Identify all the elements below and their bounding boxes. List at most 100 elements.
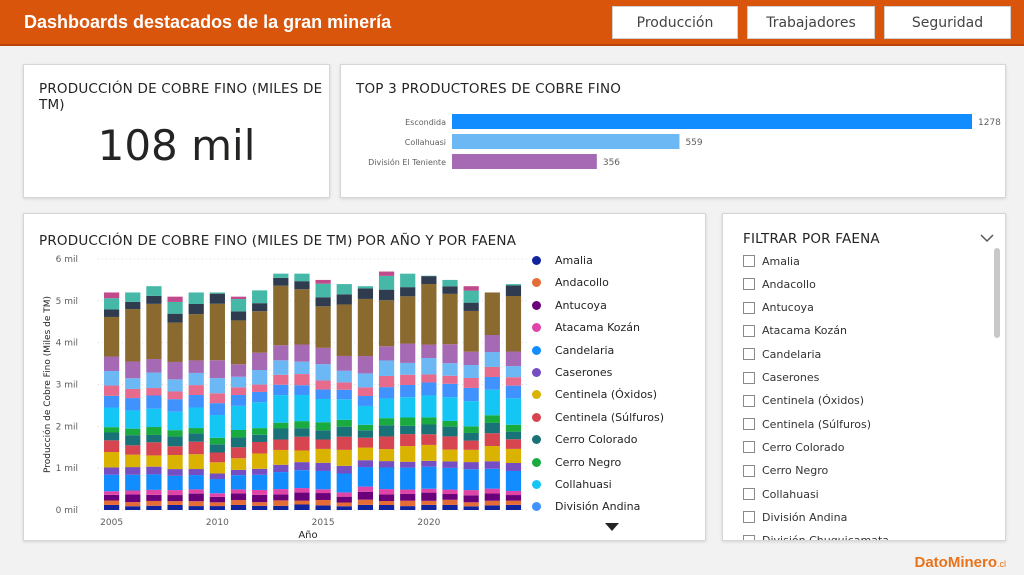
stack-segment[interactable] <box>188 394 204 408</box>
checkbox[interactable] <box>743 394 755 407</box>
stack-segment[interactable] <box>273 360 289 375</box>
stack-segment[interactable] <box>294 361 310 375</box>
stack-segment[interactable] <box>357 395 374 406</box>
stack-segment[interactable] <box>209 437 225 445</box>
stack-segment[interactable] <box>167 504 183 510</box>
stack-segment[interactable] <box>400 467 416 490</box>
stack-segment[interactable] <box>315 462 331 471</box>
stack-segment[interactable] <box>209 293 225 304</box>
stack-segment[interactable] <box>167 322 183 362</box>
stack-segment[interactable] <box>209 452 225 463</box>
stack-segment[interactable] <box>188 454 204 470</box>
stack-segment[interactable] <box>294 436 310 451</box>
stack-segment[interactable] <box>400 417 416 426</box>
stack-segment[interactable] <box>442 467 458 490</box>
stack-segment[interactable] <box>209 506 225 510</box>
stack-segment[interactable] <box>505 500 522 505</box>
stack-segment[interactable] <box>484 352 500 367</box>
stack-segment[interactable] <box>400 384 416 398</box>
stack-segment[interactable] <box>442 286 458 294</box>
stack-segment[interactable] <box>378 501 395 505</box>
stack-segment[interactable] <box>357 499 374 505</box>
checkbox[interactable] <box>743 348 755 361</box>
stack-segment[interactable] <box>273 449 289 465</box>
nav-trabajadores-button[interactable]: Trabajadores <box>747 6 875 39</box>
stack-segment[interactable] <box>315 297 331 307</box>
stack-segment[interactable] <box>463 387 479 402</box>
stack-segment[interactable] <box>336 492 352 497</box>
stack-segment[interactable] <box>400 343 416 363</box>
stack-segment[interactable] <box>188 469 204 476</box>
stack-segment[interactable] <box>378 300 395 347</box>
chevron-down-icon[interactable] <box>980 233 994 243</box>
stack-segment[interactable] <box>378 504 395 510</box>
stack-segment[interactable] <box>167 501 183 505</box>
stack-segment[interactable] <box>125 490 141 495</box>
stack-segment[interactable] <box>209 292 225 294</box>
stack-segment[interactable] <box>463 290 479 303</box>
filter-option[interactable]: División Andina <box>743 509 847 525</box>
stack-segment[interactable] <box>230 475 247 490</box>
stack-segment[interactable] <box>505 366 522 378</box>
stack-segment[interactable] <box>188 475 204 490</box>
stack-segment[interactable] <box>442 494 458 500</box>
stack-segment[interactable] <box>505 385 522 399</box>
stack-segment[interactable] <box>463 432 479 441</box>
legend-item[interactable]: Centinela (Óxidos) <box>532 388 657 401</box>
stack-segment[interactable] <box>230 296 247 300</box>
stack-segment[interactable] <box>209 360 225 379</box>
stack-segment[interactable] <box>315 448 331 463</box>
stack-segment[interactable] <box>188 501 204 507</box>
stack-segment[interactable] <box>167 446 183 456</box>
stack-segment[interactable] <box>378 275 395 290</box>
stack-segment[interactable] <box>505 495 522 501</box>
stack-segment[interactable] <box>315 505 331 510</box>
stack-segment[interactable] <box>336 506 352 510</box>
stack-segment[interactable] <box>252 428 268 435</box>
stack-segment[interactable] <box>294 428 310 437</box>
stack-segment[interactable] <box>336 502 352 507</box>
stack-segment[interactable] <box>167 495 183 502</box>
stack-segment[interactable] <box>505 439 522 449</box>
stack-segment[interactable] <box>357 405 374 425</box>
stack-segment[interactable] <box>209 462 225 474</box>
stack-segment[interactable] <box>125 309 141 362</box>
legend-item[interactable]: Centinela (Súlfuros) <box>532 411 664 424</box>
stack-segment[interactable] <box>400 434 416 447</box>
stack-segment[interactable] <box>421 500 437 505</box>
stack-segment[interactable] <box>505 490 522 496</box>
stack-segment[interactable] <box>336 436 352 450</box>
checkbox[interactable] <box>743 511 755 524</box>
stack-segment[interactable] <box>273 285 289 346</box>
stack-segment[interactable] <box>505 284 522 286</box>
stack-segment[interactable] <box>104 467 120 475</box>
stack-segment[interactable] <box>146 474 162 490</box>
stack-segment[interactable] <box>167 399 183 412</box>
stack-segment[interactable] <box>273 464 289 473</box>
stack-segment[interactable] <box>336 355 352 371</box>
stack-segment[interactable] <box>484 445 500 462</box>
stack-segment[interactable] <box>273 273 289 278</box>
legend-item[interactable]: Antucoya <box>532 299 607 312</box>
stack-segment[interactable] <box>336 382 352 390</box>
stack-segment[interactable] <box>209 493 225 497</box>
stack-segment[interactable] <box>442 426 458 437</box>
stack-segment[interactable] <box>294 385 310 396</box>
legend-item[interactable]: Collahuasi <box>532 478 612 491</box>
stack-segment[interactable] <box>188 493 204 502</box>
stack-segment[interactable] <box>315 493 331 500</box>
stack-segment[interactable] <box>252 474 268 490</box>
filter-option[interactable]: Centinela (Óxidos) <box>743 393 864 409</box>
stack-segment[interactable] <box>336 370 352 383</box>
stack-segment[interactable] <box>230 387 247 395</box>
top3-bar[interactable] <box>452 154 597 169</box>
stack-segment[interactable] <box>315 470 331 490</box>
stack-segment[interactable] <box>146 434 162 443</box>
stack-segment[interactable] <box>463 364 479 378</box>
stack-segment[interactable] <box>400 296 416 344</box>
stack-segment[interactable] <box>104 316 120 357</box>
stack-segment[interactable] <box>484 422 500 434</box>
stack-segment[interactable] <box>336 294 352 305</box>
stack-segment[interactable] <box>273 384 289 396</box>
stack-segment[interactable] <box>188 506 204 510</box>
